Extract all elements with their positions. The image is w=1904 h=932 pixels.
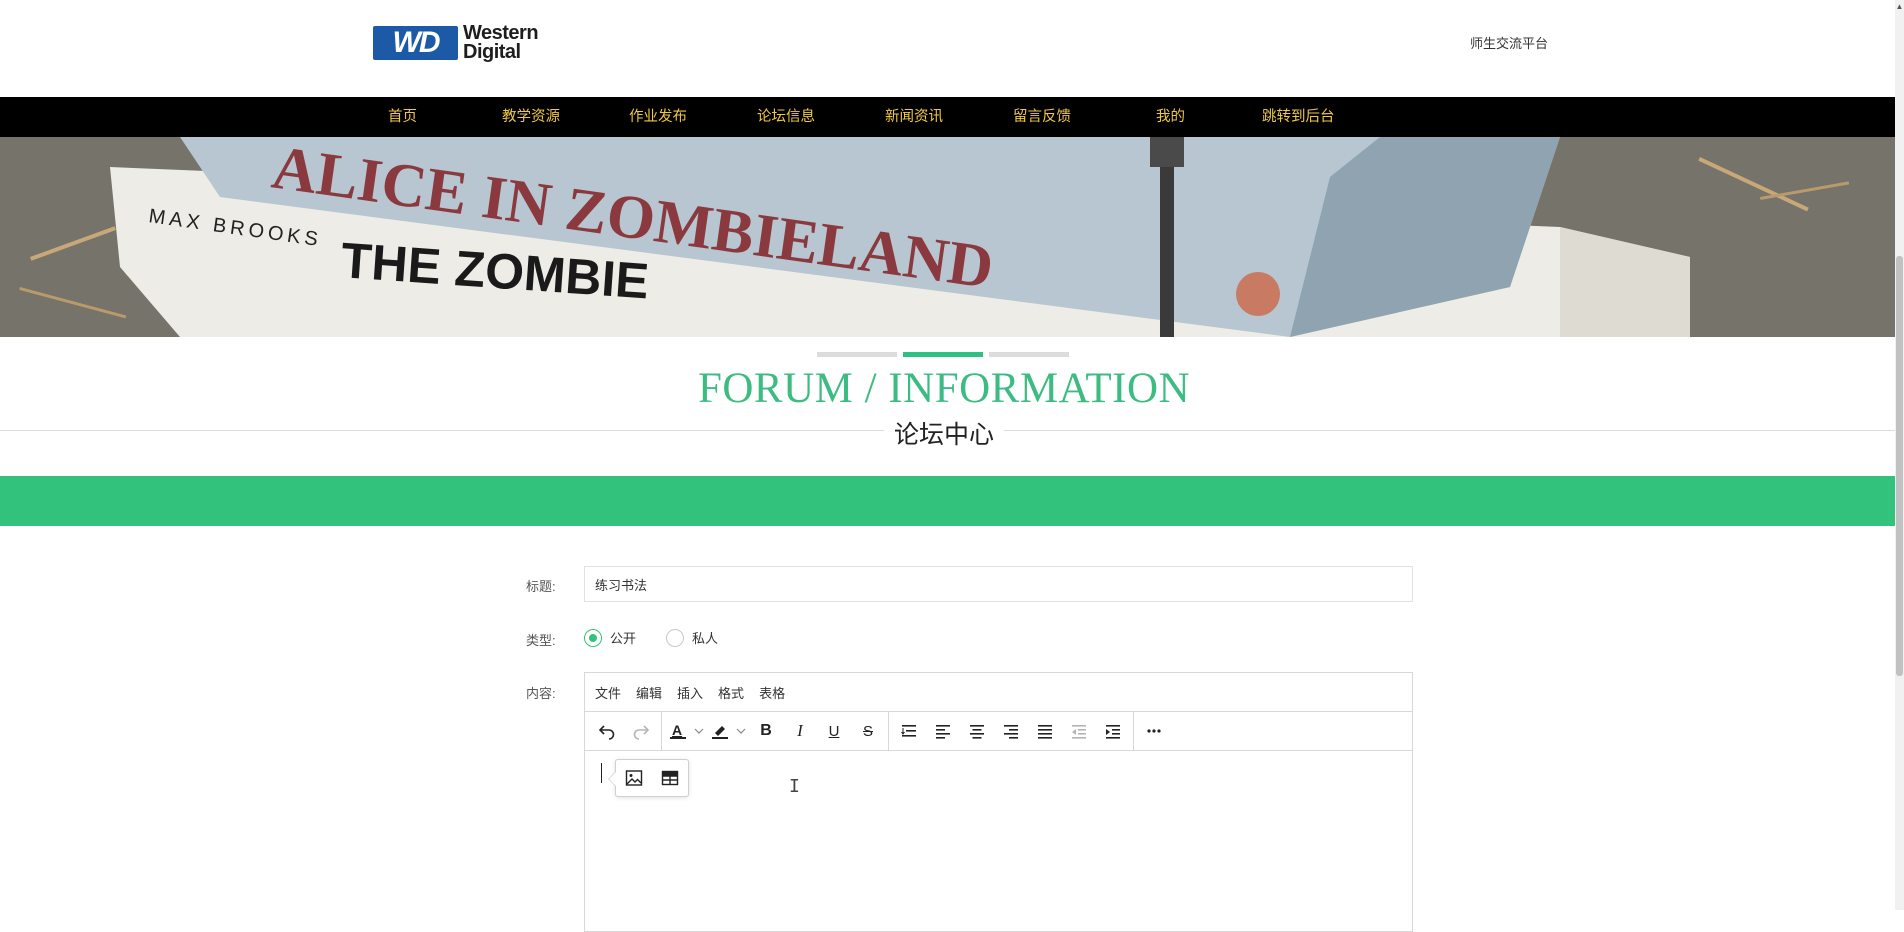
carousel-dot-1[interactable] [817,352,897,357]
logo-text: Western Digital [463,23,539,63]
section-title-cn: 论坛中心 [883,415,1005,451]
nav-item-homework[interactable]: 作业发布 [629,97,687,137]
banner-image: ALICE IN ZOMBIELAND MAX BROOKS THE ZOMBI… [0,137,1895,337]
editor-toolbar: A B I U S [585,712,1412,751]
line-height-icon[interactable] [892,715,926,747]
scroll-up-arrow-icon[interactable]: ▲ [1895,0,1904,14]
menu-format[interactable]: 格式 [718,683,744,702]
menu-insert[interactable]: 插入 [677,683,703,702]
svg-text:A: A [672,722,682,738]
logo-mark: WD [373,26,458,60]
section-banner-bar [0,476,1895,526]
menu-table[interactable]: 表格 [759,683,785,702]
toolbar-separator [1133,712,1134,750]
type-label: 类型: [526,633,556,648]
nav-item-forum[interactable]: 论坛信息 [757,97,815,137]
nav-item-teaching-resources[interactable]: 教学资源 [502,97,560,137]
text-color-dropdown-icon[interactable] [691,715,707,747]
image-icon[interactable] [620,764,648,792]
scrollbar-thumb[interactable] [1896,256,1903,676]
nav-item-feedback[interactable]: 留言反馈 [1013,97,1071,137]
platform-title: 师生交流平台 [1470,36,1549,51]
text-color-icon[interactable]: A [665,715,691,747]
more-icon[interactable] [1137,715,1171,747]
menu-edit[interactable]: 编辑 [636,683,662,702]
highlight-icon[interactable] [707,715,733,747]
type-option-public[interactable]: 公开 [584,628,636,647]
nav-item-admin[interactable]: 跳转到后台 [1262,97,1335,137]
radio-private[interactable] [666,628,684,647]
align-justify-icon[interactable] [1028,715,1062,747]
content-label: 内容: [526,686,556,701]
align-center-icon[interactable] [960,715,994,747]
carousel-dot-3[interactable] [989,352,1069,357]
highlight-dropdown-icon[interactable] [733,715,749,747]
logo-line-2: Digital [463,41,521,63]
toolbar-separator [661,712,662,750]
nav-item-news[interactable]: 新闻资讯 [885,97,943,137]
carousel-dot-2[interactable] [903,352,983,357]
menu-file[interactable]: 文件 [595,683,621,702]
main-nav: 首页 教学资源 作业发布 论坛信息 新闻资讯 留言反馈 我的 跳转到后台 [0,97,1895,137]
section-title-en: FORUM / INFORMATION [697,365,1191,412]
toolbar-separator [888,712,889,750]
nav-item-mine[interactable]: 我的 [1156,97,1185,137]
bold-icon[interactable]: B [749,715,783,747]
text-caret [601,763,602,783]
align-left-icon[interactable] [926,715,960,747]
undo-icon[interactable] [590,715,624,747]
align-right-icon[interactable] [994,715,1028,747]
mouse-ibeam-cursor: I [789,776,800,797]
editor-content-area[interactable] [585,751,1412,931]
banner-books-picture: ALICE IN ZOMBIELAND MAX BROOKS THE ZOMBI… [0,137,1895,337]
title-input[interactable] [584,566,1413,602]
type-option-private[interactable]: 私人 [666,628,718,647]
indent-icon[interactable] [1096,715,1130,747]
nav-item-home[interactable]: 首页 [388,97,417,137]
page-scrollbar[interactable]: ▲ [1895,0,1904,910]
outdent-icon[interactable] [1062,715,1096,747]
italic-icon[interactable]: I [783,715,817,747]
editor-menubar: 文件 编辑 插入 格式 表格 [585,673,1412,712]
quick-insert-popup [608,759,689,797]
table-icon[interactable] [656,764,684,792]
title-label: 标题: [526,579,556,594]
site-header: WD Western Digital 师生交流平台 [0,0,1895,97]
site-logo[interactable]: WD Western Digital [373,23,539,63]
underline-icon[interactable]: U [817,715,851,747]
radio-private-label: 私人 [692,631,719,646]
radio-public[interactable] [584,628,602,647]
redo-icon[interactable] [624,715,658,747]
strikethrough-icon[interactable]: S [851,715,885,747]
rich-text-editor: 文件 编辑 插入 格式 表格 A B I U S [584,672,1413,932]
radio-public-label: 公开 [610,631,637,646]
